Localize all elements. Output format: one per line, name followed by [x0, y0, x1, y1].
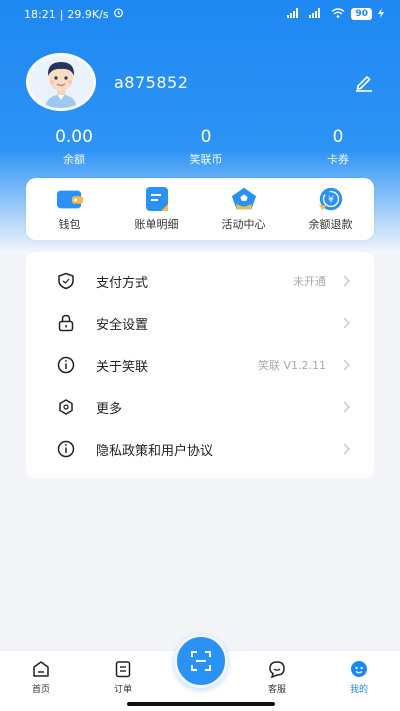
- balance-label: 余额: [63, 153, 85, 166]
- menu-item-security-settings[interactable]: 安全设置: [26, 302, 374, 344]
- avatar[interactable]: [26, 53, 96, 111]
- chevron-right-icon: [343, 401, 351, 413]
- menu-label: 支付方式: [96, 275, 149, 291]
- svg-text:¥: ¥: [328, 195, 334, 206]
- bill-icon: [143, 186, 171, 212]
- chevron-right-icon: [343, 317, 351, 329]
- status-bar: 18:21 | 29.9K/s 90: [0, 0, 400, 28]
- quick-actions: 钱包 账单明细 活动中心 ¥ 余额退款: [26, 178, 374, 240]
- coin-value: 0: [200, 127, 212, 147]
- menu-value: 未开通: [293, 275, 326, 288]
- battery-icon: 90: [351, 8, 372, 20]
- tab-service-label: 客服: [267, 685, 286, 695]
- bill-details-button[interactable]: 账单明细: [117, 186, 197, 232]
- tab-orders[interactable]: 订单: [98, 659, 148, 695]
- alarm-icon: [113, 7, 124, 21]
- balance-value: 0.00: [55, 127, 93, 147]
- home-icon: [31, 659, 51, 679]
- chat-icon: [267, 659, 287, 679]
- tab-mine-label: 我的: [349, 685, 368, 695]
- menu-label: 安全设置: [96, 317, 149, 333]
- edit-icon: [356, 76, 372, 92]
- tab-service[interactable]: 客服: [252, 659, 302, 695]
- coupon-label: 卡券: [327, 153, 349, 166]
- scan-icon: [191, 651, 211, 671]
- balance-refund-label: 余额退款: [308, 218, 353, 231]
- chevron-right-icon: [343, 443, 351, 455]
- network-speed: 29.9K/s: [67, 7, 109, 21]
- bill-details-label: 账单明细: [134, 218, 179, 231]
- order-icon: [113, 659, 133, 679]
- activity-icon: [230, 186, 258, 212]
- coin-stat[interactable]: 0 笑联币: [176, 127, 236, 171]
- menu-item-more[interactable]: 更多: [26, 386, 374, 428]
- wallet-icon: [56, 186, 84, 212]
- status-time: 18:21: [24, 7, 56, 21]
- balance-stat[interactable]: 0.00 余额: [44, 127, 104, 171]
- user-face-icon: [349, 659, 369, 679]
- tab-orders-label: 订单: [113, 685, 132, 695]
- edit-profile-button[interactable]: [352, 70, 376, 94]
- signal-icon: [287, 7, 303, 21]
- menu-label: 更多: [96, 401, 123, 417]
- username: a875852: [114, 72, 189, 92]
- menu-item-about[interactable]: 关于笑联 笑联 V1.2.11: [26, 344, 374, 386]
- home-indicator: [127, 702, 275, 706]
- menu-item-privacy-policy[interactable]: 隐私政策和用户协议: [26, 428, 374, 470]
- menu-label: 隐私政策和用户协议: [96, 443, 214, 459]
- info-icon: [56, 355, 76, 375]
- app-version: 笑联 V1.2.11: [257, 359, 326, 372]
- signal-icon: [309, 7, 325, 21]
- menu-label: 关于笑联: [96, 359, 149, 375]
- wallet-button[interactable]: 钱包: [30, 186, 110, 232]
- info-icon: [56, 439, 76, 459]
- tab-home[interactable]: 首页: [16, 659, 66, 695]
- wallet-label: 钱包: [58, 218, 81, 231]
- balance-refund-button[interactable]: ¥ 余额退款: [291, 186, 371, 232]
- activity-center-button[interactable]: 活动中心: [204, 186, 284, 232]
- refund-icon: ¥: [317, 186, 345, 212]
- chevron-right-icon: [343, 275, 351, 287]
- charging-icon: [378, 7, 384, 21]
- scan-button[interactable]: [174, 634, 228, 688]
- profile-section: a875852: [26, 52, 376, 112]
- hexagon-icon: [56, 397, 76, 417]
- coupon-value: 0: [332, 127, 344, 147]
- tab-mine[interactable]: 我的: [334, 659, 384, 695]
- menu-list: 支付方式 未开通 安全设置 关于笑联 笑联 V1.2.11 更多 隐私政策和用户…: [26, 252, 374, 478]
- activity-center-label: 活动中心: [221, 218, 266, 231]
- tab-home-label: 首页: [31, 685, 50, 695]
- coupon-stat[interactable]: 0 卡券: [308, 127, 368, 171]
- wifi-icon: [331, 7, 345, 21]
- lock-icon: [56, 313, 76, 333]
- menu-item-payment-method[interactable]: 支付方式 未开通: [26, 260, 374, 302]
- stats-row: 0.00 余额 0 笑联币 0 卡券: [0, 127, 400, 171]
- chevron-right-icon: [343, 359, 351, 371]
- coin-label: 笑联币: [189, 153, 223, 166]
- shield-icon: [56, 271, 76, 291]
